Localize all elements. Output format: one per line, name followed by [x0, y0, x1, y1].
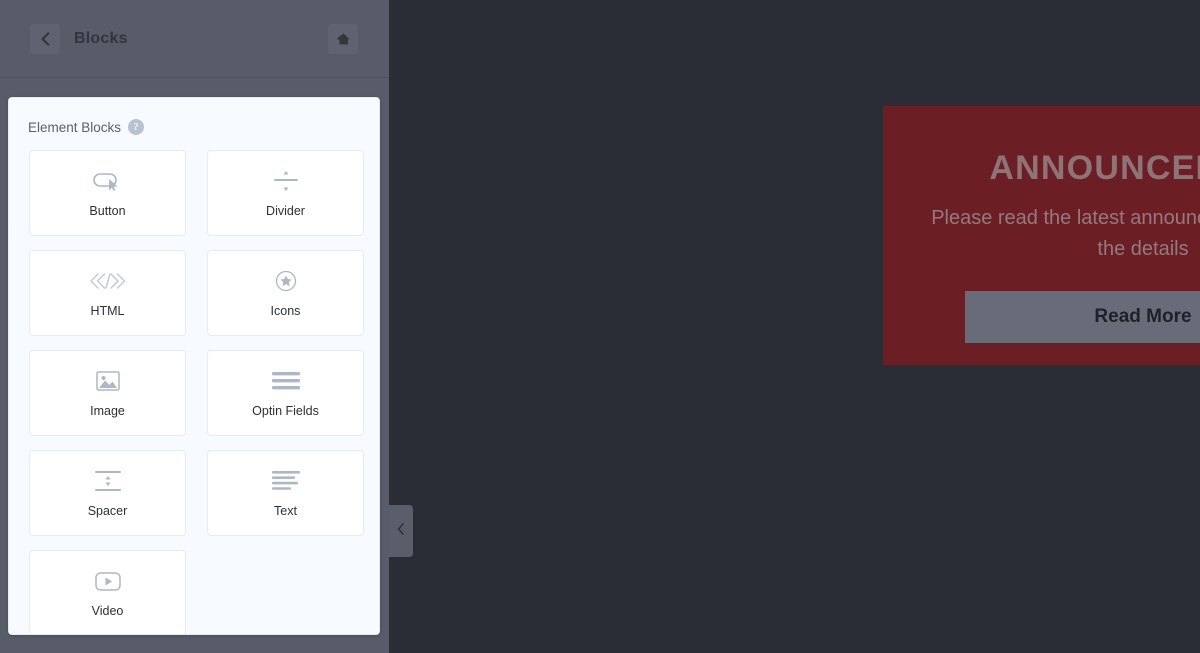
block-tile-text[interactable]: Text [207, 450, 364, 536]
block-tile-icons[interactable]: Icons [207, 250, 364, 336]
text-lines-icon [271, 468, 300, 494]
block-tile-spacer[interactable]: Spacer [29, 450, 186, 536]
block-tile-button[interactable]: Button [29, 150, 186, 236]
block-label: Optin Fields [252, 404, 319, 418]
sidebar-collapse-handle[interactable] [389, 505, 413, 557]
page-title: Blocks [74, 29, 128, 47]
block-tile-optin-fields[interactable]: Optin Fields [207, 350, 364, 436]
block-label: Text [274, 504, 297, 518]
element-blocks-panel: Element Blocks ? Button Divider HTML Ico… [8, 97, 380, 635]
read-more-button[interactable]: Read More [965, 290, 1200, 343]
block-label: Icons [270, 304, 301, 318]
block-label: Spacer [87, 504, 128, 518]
block-label: Divider [266, 204, 305, 218]
block-label: HTML [90, 304, 125, 318]
home-icon [336, 32, 351, 46]
panel-heading-label: Element Blocks [28, 119, 122, 135]
blocks-sidebar: Blocks Element Blocks ? Button Divider H… [0, 0, 389, 653]
star-circle-icon [275, 268, 297, 294]
block-tile-html[interactable]: HTML [29, 250, 186, 336]
block-tile-divider[interactable]: Divider [207, 150, 364, 236]
image-picture-icon [95, 368, 120, 394]
blocks-grid: Button Divider HTML Icons Image Optin Fi… [9, 140, 379, 634]
back-button[interactable] [30, 23, 60, 54]
block-label: Video [91, 604, 124, 618]
chevron-left-icon [40, 31, 51, 46]
editor-canvas: ANNOUNCEMENT Please read the latest anno… [389, 0, 1200, 653]
home-button[interactable] [328, 23, 358, 54]
block-tile-image[interactable]: Image [29, 350, 186, 436]
chevron-left-icon [397, 522, 405, 540]
block-label: Button [89, 204, 126, 218]
code-brackets-icon [89, 268, 127, 294]
block-label: Image [90, 404, 125, 418]
app-root: Blocks Element Blocks ? Button Divider H… [0, 0, 1200, 653]
form-lines-icon [271, 368, 300, 394]
video-play-icon [94, 568, 121, 594]
panel-heading: Element Blocks ? [9, 98, 379, 140]
divider-icon [272, 168, 300, 194]
sidebar-header: Blocks [0, 0, 389, 78]
announcement-title: ANNOUNCEMENT [989, 149, 1200, 187]
button-cursor-icon [92, 168, 123, 194]
spacer-arrows-icon [94, 468, 122, 494]
announcement-body: Please read the latest announcement to r… [931, 206, 1200, 260]
help-icon[interactable]: ? [128, 119, 145, 135]
block-tile-video[interactable]: Video [29, 550, 186, 634]
announcement-block[interactable]: ANNOUNCEMENT Please read the latest anno… [883, 106, 1200, 365]
